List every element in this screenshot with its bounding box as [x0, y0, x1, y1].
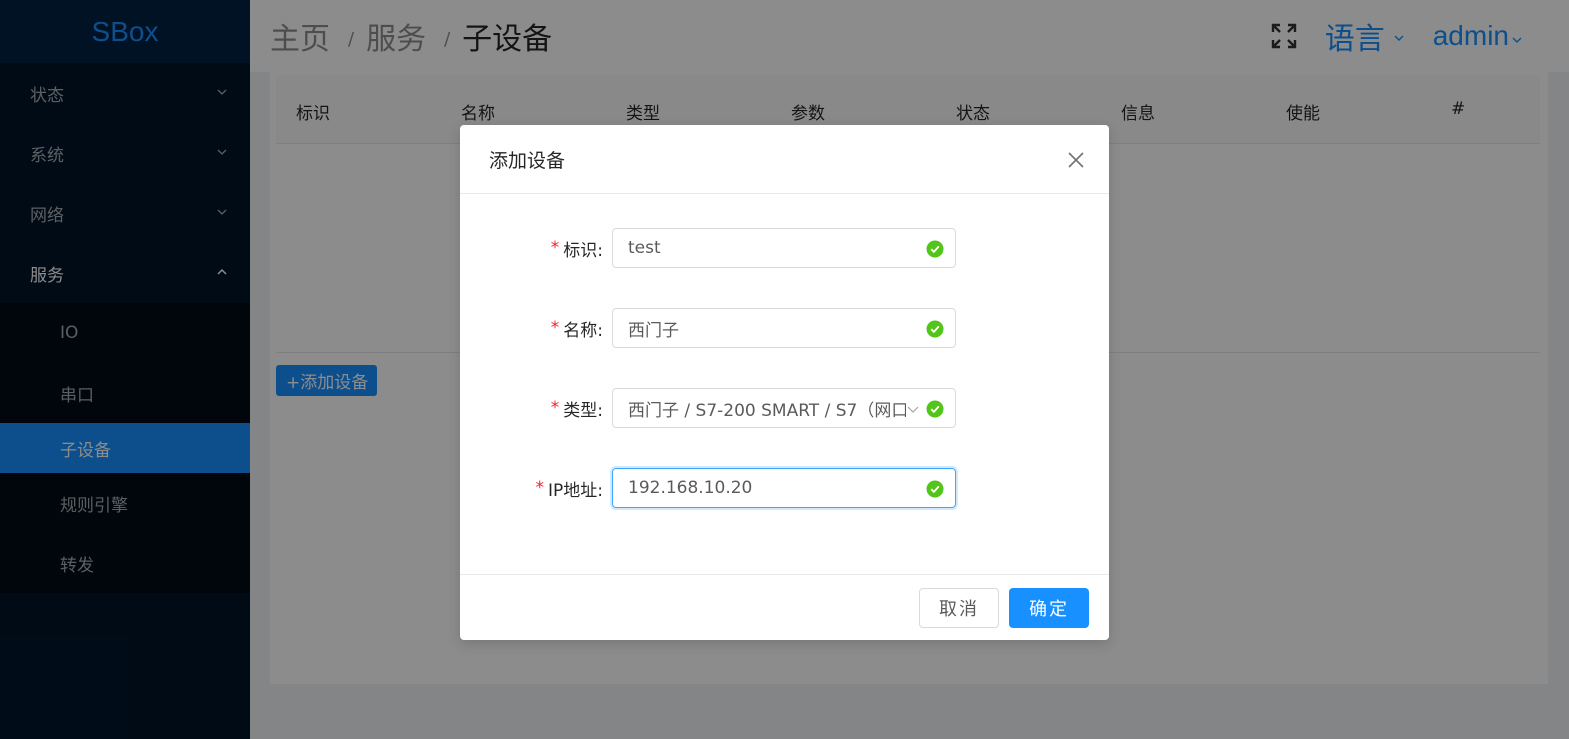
form-row-type: * 类型: 西门子 / S7-200 SMART / S7（网口） — [460, 388, 1109, 428]
required-mark: * — [535, 478, 545, 498]
close-icon[interactable] — [1067, 151, 1085, 169]
field-label: * 类型: — [551, 388, 603, 428]
input-value: test — [628, 238, 661, 258]
select-value: 西门子 / S7-200 SMART / S7（网口） — [628, 400, 906, 421]
cancel-button[interactable]: 取消 — [919, 588, 999, 628]
type-select[interactable]: 西门子 / S7-200 SMART / S7（网口） — [612, 388, 956, 428]
input-value: 西门子 — [628, 320, 679, 341]
add-device-modal: 添加设备 * 标识: test * 名称: 西门子 * 类型: 西门子 / S7… — [460, 125, 1109, 640]
field-label: * 名称: — [551, 308, 603, 348]
required-mark: * — [550, 318, 560, 338]
form-row-ip: * IP地址: 192.168.10.20 — [460, 468, 1109, 508]
check-circle-icon — [926, 480, 944, 498]
field-label-text: IP地址: — [548, 480, 603, 501]
id-input[interactable]: test — [612, 228, 956, 268]
modal-header: 添加设备 — [460, 125, 1109, 194]
modal-title: 添加设备 — [489, 149, 566, 172]
field-label-text: 标识: — [563, 240, 603, 261]
confirm-button[interactable]: 确定 — [1009, 588, 1089, 628]
check-circle-icon — [926, 400, 944, 418]
ip-address-input[interactable]: 192.168.10.20 — [612, 468, 956, 508]
field-label: * IP地址: — [536, 468, 604, 508]
check-circle-icon — [926, 320, 944, 338]
modal-footer: 取消 确定 — [460, 574, 1109, 640]
name-input[interactable]: 西门子 — [612, 308, 956, 348]
form-row-name: * 名称: 西门子 — [460, 308, 1109, 348]
check-circle-icon — [926, 240, 944, 258]
required-mark: * — [550, 238, 560, 258]
field-label-text: 类型: — [563, 400, 603, 421]
input-value: 192.168.10.20 — [628, 478, 753, 498]
required-mark: * — [550, 398, 560, 418]
field-label: * 标识: — [551, 228, 603, 268]
form-row-id: * 标识: test — [460, 228, 1109, 268]
field-label-text: 名称: — [563, 320, 603, 341]
chevron-down-icon — [907, 406, 919, 413]
